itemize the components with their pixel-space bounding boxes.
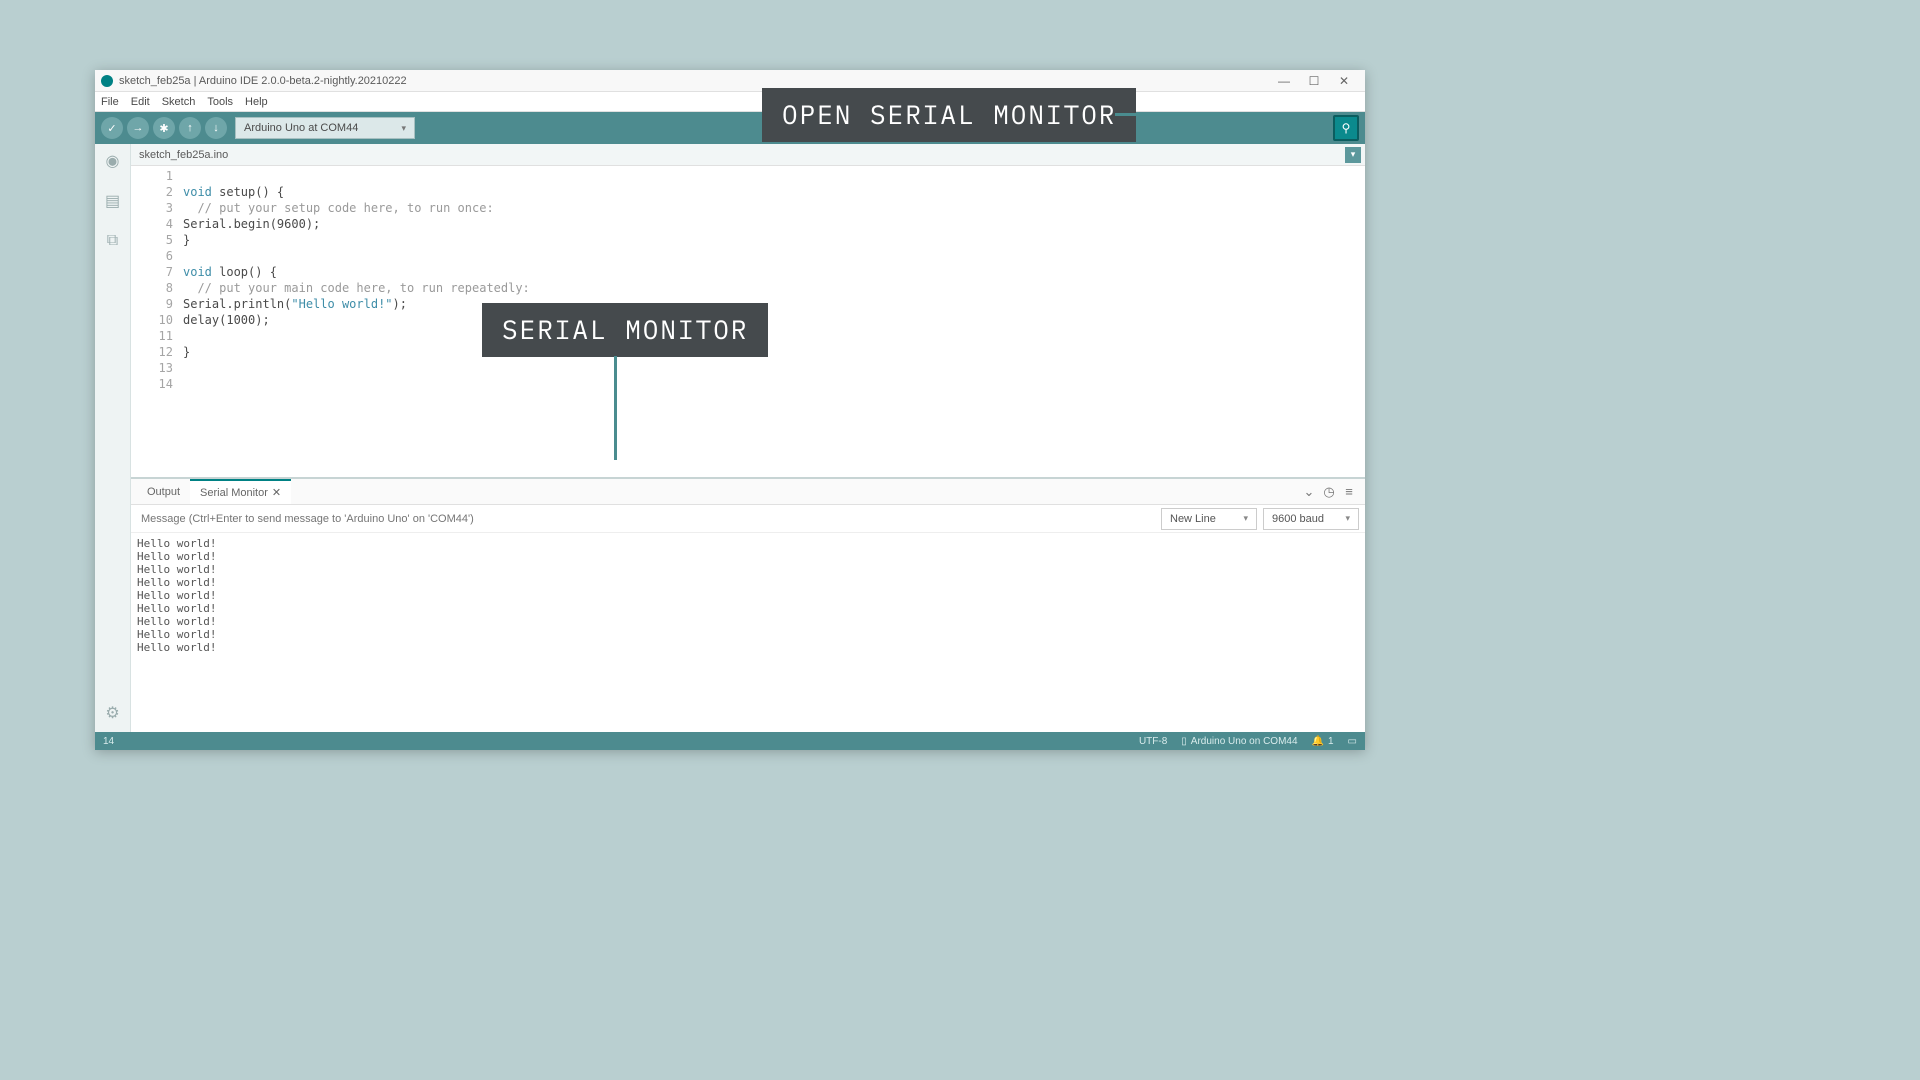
titlebar: sketch_feb25a | Arduino IDE 2.0.0-beta.2… (95, 70, 1365, 92)
annotation-open-serial: OPEN SERIAL MONITOR (762, 88, 1136, 142)
chevron-down-icon: ▾ (1243, 513, 1248, 524)
sidebar: ◉ ▤ ⧉ ⚙ (95, 144, 131, 732)
status-panel-icon[interactable]: ▭ (1348, 736, 1357, 747)
status-encoding: UTF-8 (1139, 736, 1167, 747)
expand-icon[interactable]: ⌄ (1299, 484, 1319, 500)
code-editor[interactable]: 1234567891011121314 void setup() { // pu… (131, 166, 1365, 477)
open-serial-monitor-button[interactable]: ⚲ (1333, 115, 1359, 141)
sketchbook-icon[interactable]: ◉ (102, 150, 124, 172)
upload-button[interactable]: → (127, 117, 149, 139)
menu-file[interactable]: File (101, 96, 119, 108)
close-icon[interactable]: ✕ (272, 486, 281, 499)
code-content[interactable]: void setup() { // put your setup code he… (183, 166, 1365, 477)
chip-icon: ▯ (1181, 736, 1187, 747)
bell-icon: 🔔 (1312, 736, 1324, 747)
clear-output-icon[interactable]: ≡ (1339, 484, 1359, 499)
status-notifications[interactable]: 🔔 1 (1312, 736, 1334, 747)
minimize-button[interactable]: — (1269, 74, 1299, 88)
line-ending-label: New Line (1170, 513, 1216, 525)
chevron-down-icon: ▾ (1345, 513, 1350, 524)
tab-serial-label: Serial Monitor (200, 487, 268, 499)
tab-output[interactable]: Output (137, 479, 190, 504)
editor-area: sketch_feb25a.ino ▾ 1234567891011121314 … (131, 144, 1365, 732)
board-selector[interactable]: Arduino Uno at COM44 ▾ (235, 117, 415, 139)
panel-tabs: Output Serial Monitor ✕ ⌄ ◷ ≡ (131, 479, 1365, 505)
baud-rate-label: 9600 baud (1272, 513, 1324, 525)
serial-input-row: New Line ▾ 9600 baud ▾ (131, 505, 1365, 533)
toolbar: ✓ → ✱ ↑ ↓ Arduino Uno at COM44 ▾ ⚲ (95, 112, 1365, 144)
arrow-up-icon[interactable]: ↑ (179, 117, 201, 139)
line-ending-select[interactable]: New Line ▾ (1161, 508, 1257, 530)
window-title: sketch_feb25a | Arduino IDE 2.0.0-beta.2… (119, 75, 1269, 87)
menubar: File Edit Sketch Tools Help (95, 92, 1365, 112)
menu-edit[interactable]: Edit (131, 96, 150, 108)
app-window: sketch_feb25a | Arduino IDE 2.0.0-beta.2… (95, 70, 1365, 750)
debug-button[interactable]: ✱ (153, 117, 175, 139)
boards-icon[interactable]: ▤ (102, 190, 124, 212)
maximize-button[interactable]: ☐ (1299, 74, 1329, 88)
serial-output[interactable]: Hello world! Hello world! Hello world! H… (131, 533, 1365, 732)
editor-tab-name[interactable]: sketch_feb25a.ino (139, 149, 228, 161)
gear-icon[interactable]: ⚙ (102, 702, 124, 724)
library-icon[interactable]: ⧉ (102, 230, 124, 252)
app-icon (101, 75, 113, 87)
chevron-down-icon: ▾ (401, 123, 406, 134)
close-button[interactable]: ✕ (1329, 74, 1359, 88)
body-row: ◉ ▤ ⧉ ⚙ sketch_feb25a.ino ▾ 123456789101… (95, 144, 1365, 732)
verify-button[interactable]: ✓ (101, 117, 123, 139)
board-selector-label: Arduino Uno at COM44 (244, 122, 358, 134)
menu-help[interactable]: Help (245, 96, 268, 108)
editor-tabs: sketch_feb25a.ino ▾ (131, 144, 1365, 166)
code-gutter: 1234567891011121314 (131, 166, 183, 477)
timestamp-icon[interactable]: ◷ (1319, 484, 1339, 500)
statusbar: 14 UTF-8 ▯ Arduino Uno on COM44 🔔 1 ▭ (95, 732, 1365, 750)
status-line-number: 14 (103, 736, 114, 747)
bottom-panel: Output Serial Monitor ✕ ⌄ ◷ ≡ New Line ▾ (131, 477, 1365, 732)
serial-message-input[interactable] (137, 508, 1155, 530)
status-board: ▯ Arduino Uno on COM44 (1181, 736, 1297, 747)
arrow-down-icon[interactable]: ↓ (205, 117, 227, 139)
baud-rate-select[interactable]: 9600 baud ▾ (1263, 508, 1359, 530)
menu-tools[interactable]: Tools (207, 96, 233, 108)
menu-sketch[interactable]: Sketch (162, 96, 196, 108)
tab-more-button[interactable]: ▾ (1345, 147, 1361, 163)
tab-serial-monitor[interactable]: Serial Monitor ✕ (190, 479, 291, 504)
annotation-line-horizontal (1115, 113, 1330, 116)
